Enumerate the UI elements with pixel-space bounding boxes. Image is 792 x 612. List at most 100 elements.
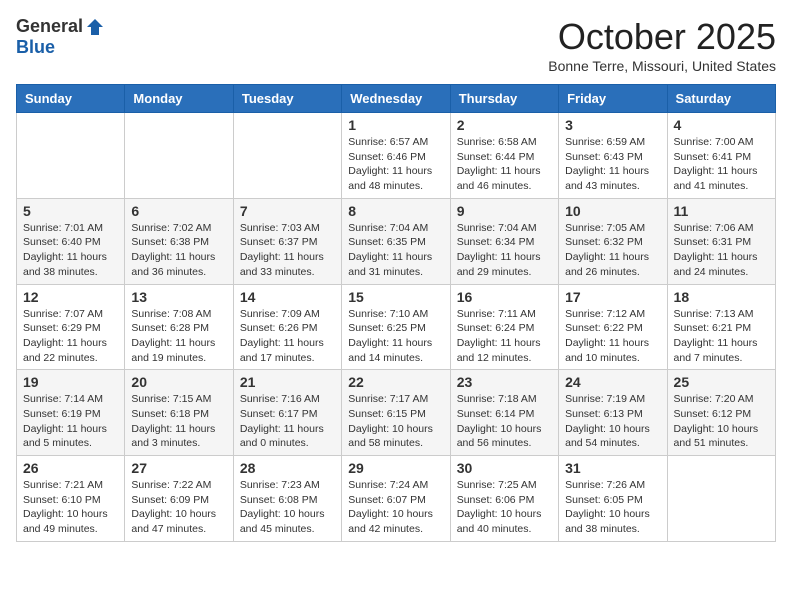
calendar-cell: 14 Sunrise: 7:09 AM Sunset: 6:26 PM Dayli… xyxy=(233,284,341,370)
col-header-friday: Friday xyxy=(559,85,667,113)
calendar-cell: 3 Sunrise: 6:59 AM Sunset: 6:43 PM Daylig… xyxy=(559,113,667,199)
calendar-cell: 24 Sunrise: 7:19 AM Sunset: 6:13 PM Dayli… xyxy=(559,370,667,456)
day-info: Sunrise: 7:04 AM Sunset: 6:35 PM Dayligh… xyxy=(348,221,443,280)
day-number: 6 xyxy=(131,203,226,219)
day-info: Sunrise: 7:11 AM Sunset: 6:24 PM Dayligh… xyxy=(457,307,552,366)
day-number: 24 xyxy=(565,374,660,390)
calendar-cell: 28 Sunrise: 7:23 AM Sunset: 6:08 PM Dayli… xyxy=(233,456,341,542)
calendar-cell: 16Sunrise: 7:11 AM Sunset: 6:24 PM Dayli… xyxy=(450,284,558,370)
day-info: Sunrise: 7:03 AM Sunset: 6:37 PM Dayligh… xyxy=(240,221,335,280)
col-header-monday: Monday xyxy=(125,85,233,113)
day-number: 22 xyxy=(348,374,443,390)
day-info: Sunrise: 7:01 AM Sunset: 6:40 PM Dayligh… xyxy=(23,221,118,280)
day-number: 5 xyxy=(23,203,118,219)
day-number: 28 xyxy=(240,460,335,476)
calendar: SundayMondayTuesdayWednesdayThursdayFrid… xyxy=(16,84,776,542)
day-number: 18 xyxy=(674,289,769,305)
day-number: 15 xyxy=(348,289,443,305)
calendar-week-row: 12 Sunrise: 7:07 AM Sunset: 6:29 PM Dayli… xyxy=(17,284,776,370)
day-number: 20 xyxy=(131,374,226,390)
day-info: Sunrise: 7:02 AM Sunset: 6:38 PM Dayligh… xyxy=(131,221,226,280)
day-number: 4 xyxy=(674,117,769,133)
calendar-cell: 12 Sunrise: 7:07 AM Sunset: 6:29 PM Dayli… xyxy=(17,284,125,370)
day-number: 13 xyxy=(131,289,226,305)
day-info: Sunrise: 7:16 AM Sunset: 6:17 PM Dayligh… xyxy=(240,392,335,451)
day-number: 9 xyxy=(457,203,552,219)
day-number: 26 xyxy=(23,460,118,476)
col-header-saturday: Saturday xyxy=(667,85,775,113)
calendar-cell: 11 Sunrise: 7:06 AM Sunset: 6:31 PM Dayli… xyxy=(667,198,775,284)
calendar-cell: 4 Sunrise: 7:00 AM Sunset: 6:41 PM Daylig… xyxy=(667,113,775,199)
day-number: 2 xyxy=(457,117,552,133)
calendar-cell: 21Sunrise: 7:16 AM Sunset: 6:17 PM Dayli… xyxy=(233,370,341,456)
calendar-cell: 9 Sunrise: 7:04 AM Sunset: 6:34 PM Daylig… xyxy=(450,198,558,284)
calendar-cell: 10Sunrise: 7:05 AM Sunset: 6:32 PM Dayli… xyxy=(559,198,667,284)
day-info: Sunrise: 7:00 AM Sunset: 6:41 PM Dayligh… xyxy=(674,135,769,194)
calendar-cell: 2Sunrise: 6:58 AM Sunset: 6:44 PM Daylig… xyxy=(450,113,558,199)
day-info: Sunrise: 7:06 AM Sunset: 6:31 PM Dayligh… xyxy=(674,221,769,280)
logo: General Blue xyxy=(16,16,105,58)
calendar-cell: 26Sunrise: 7:21 AM Sunset: 6:10 PM Dayli… xyxy=(17,456,125,542)
header: General Blue October 2025 Bonne Terre, M… xyxy=(16,16,776,74)
day-number: 1 xyxy=(348,117,443,133)
day-number: 12 xyxy=(23,289,118,305)
day-info: Sunrise: 6:59 AM Sunset: 6:43 PM Dayligh… xyxy=(565,135,660,194)
day-info: Sunrise: 7:23 AM Sunset: 6:08 PM Dayligh… xyxy=(240,478,335,537)
day-number: 11 xyxy=(674,203,769,219)
day-number: 3 xyxy=(565,117,660,133)
calendar-cell: 1Sunrise: 6:57 AM Sunset: 6:46 PM Daylig… xyxy=(342,113,450,199)
calendar-cell: 30Sunrise: 7:25 AM Sunset: 6:06 PM Dayli… xyxy=(450,456,558,542)
calendar-cell: 15Sunrise: 7:10 AM Sunset: 6:25 PM Dayli… xyxy=(342,284,450,370)
day-number: 30 xyxy=(457,460,552,476)
day-info: Sunrise: 7:26 AM Sunset: 6:05 PM Dayligh… xyxy=(565,478,660,537)
day-number: 8 xyxy=(348,203,443,219)
logo-blue-text: Blue xyxy=(16,37,55,58)
day-number: 7 xyxy=(240,203,335,219)
calendar-cell xyxy=(17,113,125,199)
day-number: 17 xyxy=(565,289,660,305)
col-header-wednesday: Wednesday xyxy=(342,85,450,113)
col-header-tuesday: Tuesday xyxy=(233,85,341,113)
calendar-cell xyxy=(125,113,233,199)
calendar-cell: 19 Sunrise: 7:14 AM Sunset: 6:19 PM Dayli… xyxy=(17,370,125,456)
calendar-cell: 8 Sunrise: 7:04 AM Sunset: 6:35 PM Daylig… xyxy=(342,198,450,284)
calendar-header-row: SundayMondayTuesdayWednesdayThursdayFrid… xyxy=(17,85,776,113)
calendar-week-row: 1Sunrise: 6:57 AM Sunset: 6:46 PM Daylig… xyxy=(17,113,776,199)
calendar-cell: 22 Sunrise: 7:17 AM Sunset: 6:15 PM Dayli… xyxy=(342,370,450,456)
calendar-cell: 13 Sunrise: 7:08 AM Sunset: 6:28 PM Dayli… xyxy=(125,284,233,370)
logo-icon xyxy=(85,17,105,37)
calendar-cell: 23Sunrise: 7:18 AM Sunset: 6:14 PM Dayli… xyxy=(450,370,558,456)
calendar-cell: 6 Sunrise: 7:02 AM Sunset: 6:38 PM Daylig… xyxy=(125,198,233,284)
calendar-cell: 20 Sunrise: 7:15 AM Sunset: 6:18 PM Dayli… xyxy=(125,370,233,456)
month-title: October 2025 xyxy=(548,16,776,58)
day-info: Sunrise: 7:07 AM Sunset: 6:29 PM Dayligh… xyxy=(23,307,118,366)
calendar-week-row: 26Sunrise: 7:21 AM Sunset: 6:10 PM Dayli… xyxy=(17,456,776,542)
calendar-cell: 18 Sunrise: 7:13 AM Sunset: 6:21 PM Dayli… xyxy=(667,284,775,370)
calendar-cell xyxy=(667,456,775,542)
day-info: Sunrise: 7:15 AM Sunset: 6:18 PM Dayligh… xyxy=(131,392,226,451)
day-info: Sunrise: 7:14 AM Sunset: 6:19 PM Dayligh… xyxy=(23,392,118,451)
day-info: Sunrise: 7:09 AM Sunset: 6:26 PM Dayligh… xyxy=(240,307,335,366)
calendar-cell: 17Sunrise: 7:12 AM Sunset: 6:22 PM Dayli… xyxy=(559,284,667,370)
day-number: 14 xyxy=(240,289,335,305)
calendar-cell: 31 Sunrise: 7:26 AM Sunset: 6:05 PM Dayli… xyxy=(559,456,667,542)
day-info: Sunrise: 7:17 AM Sunset: 6:15 PM Dayligh… xyxy=(348,392,443,451)
calendar-week-row: 5 Sunrise: 7:01 AM Sunset: 6:40 PM Daylig… xyxy=(17,198,776,284)
location: Bonne Terre, Missouri, United States xyxy=(548,58,776,74)
day-number: 23 xyxy=(457,374,552,390)
day-info: Sunrise: 7:22 AM Sunset: 6:09 PM Dayligh… xyxy=(131,478,226,537)
day-info: Sunrise: 7:19 AM Sunset: 6:13 PM Dayligh… xyxy=(565,392,660,451)
day-info: Sunrise: 7:24 AM Sunset: 6:07 PM Dayligh… xyxy=(348,478,443,537)
day-number: 19 xyxy=(23,374,118,390)
day-info: Sunrise: 7:08 AM Sunset: 6:28 PM Dayligh… xyxy=(131,307,226,366)
title-area: October 2025 Bonne Terre, Missouri, Unit… xyxy=(548,16,776,74)
calendar-cell xyxy=(233,113,341,199)
calendar-cell: 25Sunrise: 7:20 AM Sunset: 6:12 PM Dayli… xyxy=(667,370,775,456)
day-info: Sunrise: 7:13 AM Sunset: 6:21 PM Dayligh… xyxy=(674,307,769,366)
calendar-week-row: 19 Sunrise: 7:14 AM Sunset: 6:19 PM Dayli… xyxy=(17,370,776,456)
calendar-cell: 7 Sunrise: 7:03 AM Sunset: 6:37 PM Daylig… xyxy=(233,198,341,284)
day-number: 10 xyxy=(565,203,660,219)
day-number: 31 xyxy=(565,460,660,476)
day-info: Sunrise: 7:04 AM Sunset: 6:34 PM Dayligh… xyxy=(457,221,552,280)
col-header-sunday: Sunday xyxy=(17,85,125,113)
